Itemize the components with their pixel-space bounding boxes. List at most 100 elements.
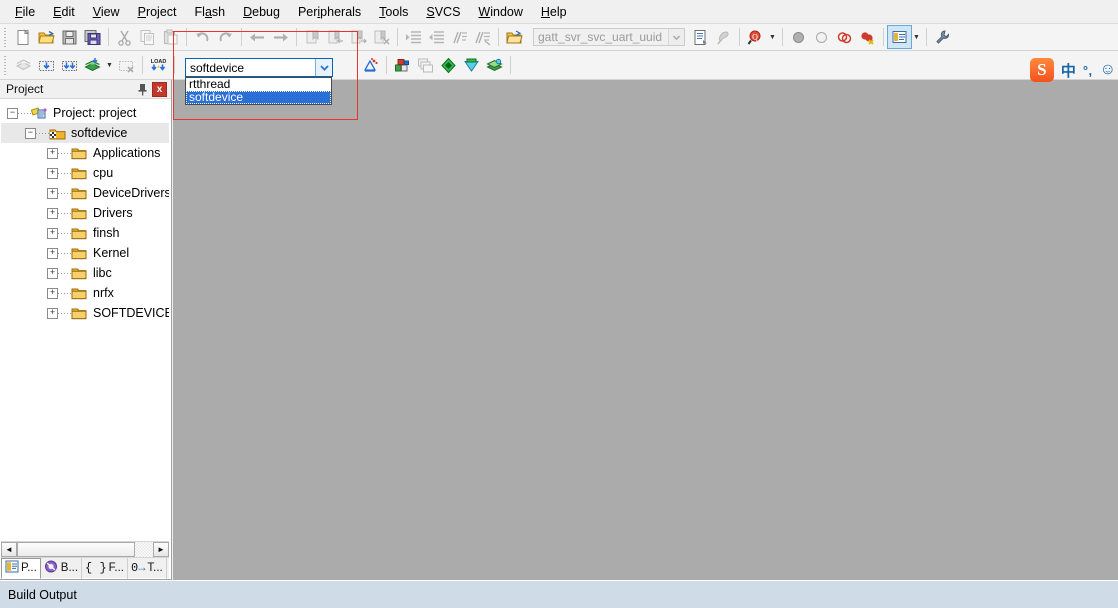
tab-project[interactable]: P...: [1, 558, 41, 579]
expander-icon[interactable]: +: [47, 168, 58, 179]
tree-item-libc[interactable]: + libc: [1, 263, 169, 283]
save-all-icon[interactable]: [81, 26, 104, 48]
tree-item-cpu[interactable]: + cpu: [1, 163, 169, 183]
build-target-icon[interactable]: [35, 54, 58, 76]
select-target-combo[interactable]: softdevice rtthread softdevice: [185, 58, 333, 77]
tab-functions[interactable]: { } F...: [82, 558, 128, 579]
expander-icon[interactable]: −: [7, 108, 18, 119]
insert-include-icon[interactable]: [689, 26, 712, 48]
ime-emoji-icon[interactable]: ☺: [1100, 61, 1116, 79]
open-file-in-project-icon[interactable]: [503, 26, 526, 48]
manage-project-items-icon[interactable]: [391, 54, 414, 76]
indent-left-icon[interactable]: [425, 26, 448, 48]
stop-build-icon[interactable]: [115, 54, 138, 76]
chevron-down-icon[interactable]: [315, 59, 332, 76]
bookmark-toggle-icon[interactable]: [301, 26, 324, 48]
navigate-forward-icon[interactable]: [269, 26, 292, 48]
menu-window[interactable]: Window: [469, 2, 531, 22]
pin-icon[interactable]: [135, 82, 150, 97]
expander-icon[interactable]: +: [47, 268, 58, 279]
expander-icon[interactable]: +: [47, 248, 58, 259]
expander-icon[interactable]: +: [47, 288, 58, 299]
save-icon[interactable]: [58, 26, 81, 48]
manage-windows-icon[interactable]: [888, 26, 911, 48]
tree-item-softdevice-target[interactable]: − softdevice: [1, 123, 169, 143]
symbol-select-combo[interactable]: gatt_svr_svc_uart_uuid: [533, 28, 685, 46]
scrollbar-track[interactable]: [135, 542, 153, 557]
menu-file[interactable]: File: [6, 2, 44, 22]
download-to-flash-icon[interactable]: LOAD: [147, 54, 170, 76]
kill-all-breakpoints-icon[interactable]: [856, 26, 879, 48]
bookmark-clear-icon[interactable]: [370, 26, 393, 48]
tree-item-kernel[interactable]: + Kernel: [1, 243, 169, 263]
expander-icon[interactable]: +: [47, 308, 58, 319]
scrollbar-thumb[interactable]: [17, 542, 135, 557]
find-in-files-icon[interactable]: [712, 26, 735, 48]
select-target-combo-box[interactable]: softdevice: [185, 58, 333, 77]
kill-breakpoint-icon[interactable]: [810, 26, 833, 48]
batch-build-icon[interactable]: [81, 54, 104, 76]
build-output-bar[interactable]: Build Output: [0, 580, 1118, 608]
find-icon[interactable]: Q: [744, 26, 767, 48]
manage-run-time-env-icon[interactable]: [437, 54, 460, 76]
menu-project[interactable]: Project: [129, 2, 186, 22]
menu-edit[interactable]: Edit: [44, 2, 84, 22]
ime-punctuation-toggle[interactable]: °,: [1083, 63, 1093, 78]
target-options-icon[interactable]: [359, 54, 382, 76]
sogou-logo-icon[interactable]: S: [1030, 58, 1054, 82]
insert-breakpoint-icon[interactable]: [787, 26, 810, 48]
scroll-right-arrow-icon[interactable]: ►: [153, 542, 169, 557]
menu-tools[interactable]: Tools: [370, 2, 417, 22]
chevron-down-icon[interactable]: [668, 29, 684, 45]
menu-view[interactable]: View: [84, 2, 129, 22]
build-toolbar-grip[interactable]: [2, 56, 9, 75]
manage-software-icon[interactable]: [483, 54, 506, 76]
rebuild-all-icon[interactable]: [58, 54, 81, 76]
redo-icon[interactable]: [214, 26, 237, 48]
bookmark-next-icon[interactable]: [347, 26, 370, 48]
navigate-back-icon[interactable]: [246, 26, 269, 48]
translate-file-icon[interactable]: [12, 54, 35, 76]
tab-templates[interactable]: 0→ T...: [128, 558, 167, 579]
menu-peripherals[interactable]: Peripherals: [289, 2, 370, 22]
menu-debug[interactable]: Debug: [234, 2, 289, 22]
tree-item-devicedrivers[interactable]: + DeviceDrivers: [1, 183, 169, 203]
expander-icon[interactable]: +: [47, 228, 58, 239]
expander-icon[interactable]: −: [25, 128, 36, 139]
open-file-icon[interactable]: [35, 26, 58, 48]
tree-item-project-root[interactable]: − Project: project: [1, 103, 169, 123]
pack-installer-icon[interactable]: [460, 54, 483, 76]
select-target-dropdown-list[interactable]: rtthread softdevice: [185, 77, 332, 105]
expander-icon[interactable]: +: [47, 148, 58, 159]
tab-books[interactable]: B...: [41, 558, 82, 579]
find-dropdown-caret[interactable]: ▼: [767, 26, 778, 48]
expander-icon[interactable]: +: [47, 208, 58, 219]
menu-help[interactable]: Help: [532, 2, 576, 22]
ime-language-toggle[interactable]: 中: [1061, 60, 1076, 81]
menu-svcs[interactable]: SVCS: [417, 2, 469, 22]
disable-breakpoint-icon[interactable]: [833, 26, 856, 48]
dropdown-option-softdevice[interactable]: softdevice: [186, 91, 331, 104]
tree-item-finsh[interactable]: + finsh: [1, 223, 169, 243]
paste-icon[interactable]: [159, 26, 182, 48]
tree-item-drivers[interactable]: + Drivers: [1, 203, 169, 223]
scroll-left-arrow-icon[interactable]: ◄: [1, 542, 17, 557]
uncomment-lines-icon[interactable]: [471, 26, 494, 48]
close-icon[interactable]: x: [152, 82, 167, 97]
manage-windows-caret[interactable]: ▼: [911, 26, 922, 48]
menu-flash[interactable]: Flash: [186, 2, 235, 22]
comment-lines-icon[interactable]: [448, 26, 471, 48]
tree-item-applications[interactable]: + Applications: [1, 143, 169, 163]
toolbar-grip[interactable]: [2, 28, 9, 47]
new-file-icon[interactable]: [12, 26, 35, 48]
project-horizontal-scrollbar[interactable]: ◄ ►: [1, 541, 169, 557]
wrench-configure-icon[interactable]: [931, 26, 954, 48]
multi-project-icon[interactable]: [414, 54, 437, 76]
batch-build-caret[interactable]: ▼: [104, 54, 115, 76]
copy-icon[interactable]: [136, 26, 159, 48]
indent-right-icon[interactable]: [402, 26, 425, 48]
bookmark-prev-icon[interactable]: [324, 26, 347, 48]
expander-icon[interactable]: +: [47, 188, 58, 199]
undo-icon[interactable]: [191, 26, 214, 48]
tree-item-nrfx[interactable]: + nrfx: [1, 283, 169, 303]
